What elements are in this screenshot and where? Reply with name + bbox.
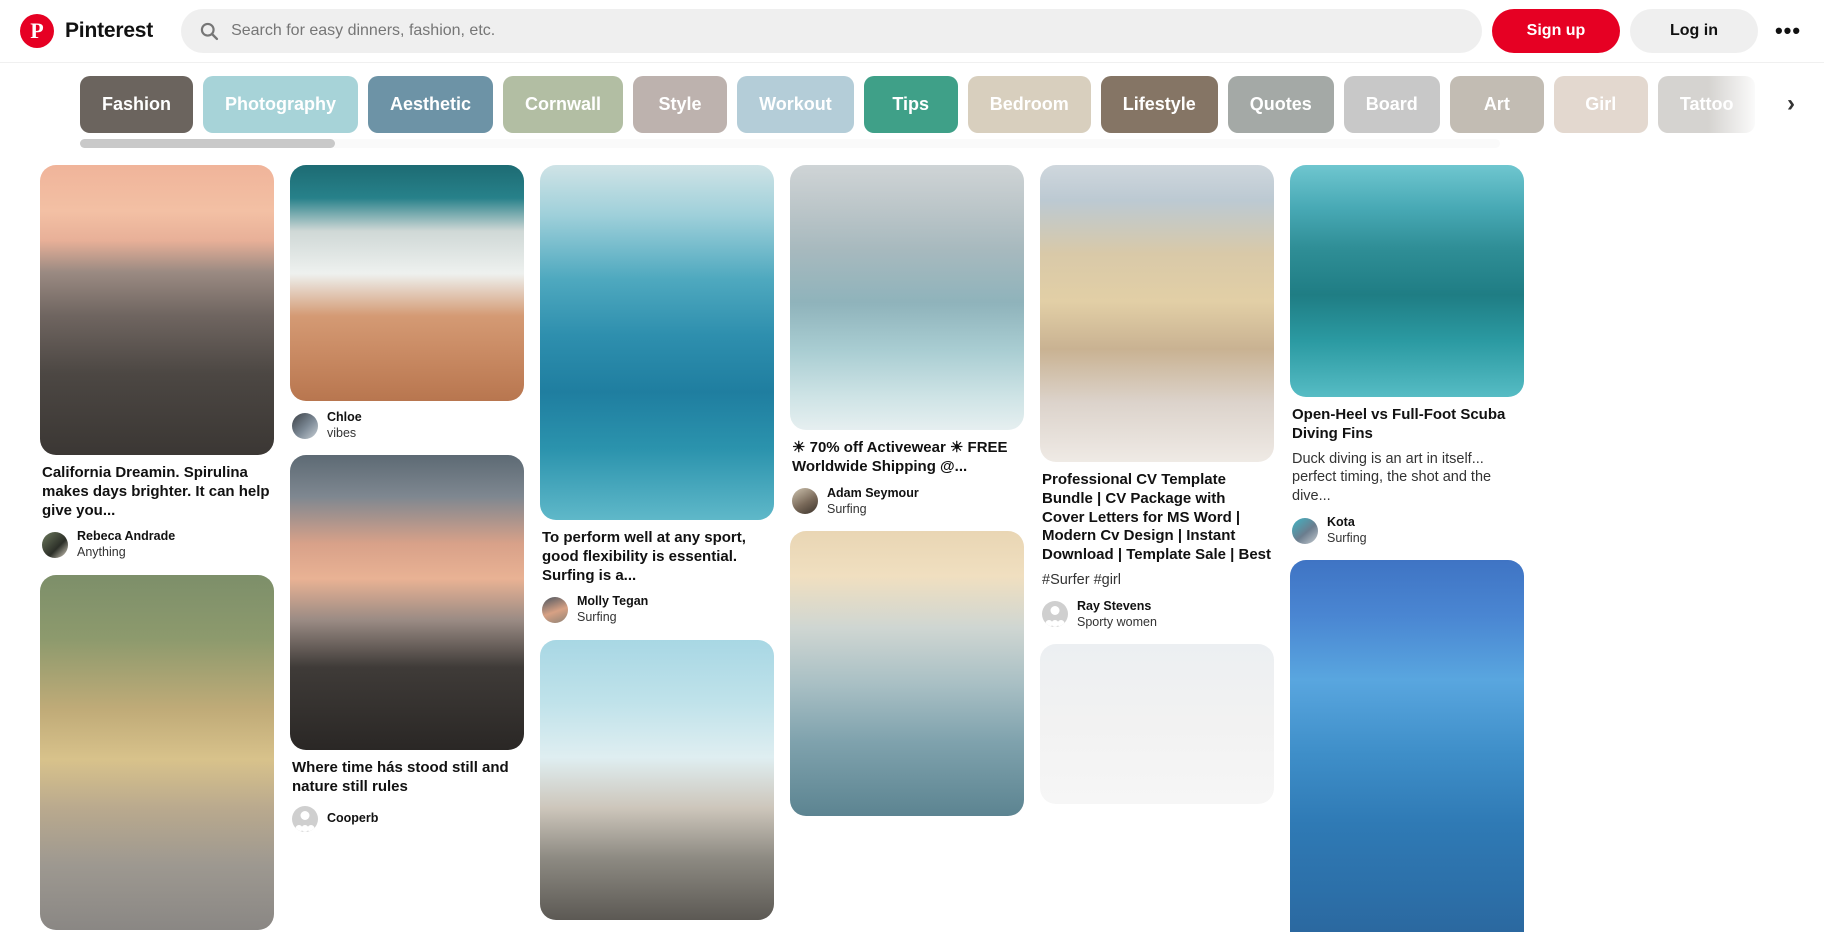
pin-title: To perform well at any sport, good flexi… [542,529,772,585]
pin-card[interactable]: California Dreamin. Spirulina makes days… [40,165,274,561]
category-chip-fashion[interactable]: Fashion [80,76,193,133]
pin-card[interactable] [1040,644,1274,804]
pin-author[interactable]: Ray StevensSporty women [1042,599,1272,630]
search-input[interactable] [231,22,1464,40]
pin-image-big-wave-barrel-surfer[interactable] [540,165,774,520]
avatar-molly-tegan[interactable] [542,597,568,623]
avatar-rebeca-andrade[interactable] [42,532,68,558]
brand-name: Pinterest [65,19,153,43]
pin-author[interactable]: KotaSurfing [1292,515,1522,546]
log-in-button[interactable]: Log in [1630,9,1758,53]
pin-image-surfboard-paddling-overhead[interactable] [290,165,524,401]
chips-scrollbar-track[interactable] [80,139,1500,148]
pin-board-name: Surfing [827,501,919,517]
pin-author-name: Rebeca Andrade [77,529,175,544]
pin-board-name: Anything [77,544,175,560]
pin-board-name: vibes [327,425,362,441]
category-chip-tattoo[interactable]: Tattoo [1658,76,1756,133]
pin-column-3: To perform well at any sport, good flexi… [540,165,774,920]
pin-card[interactable] [40,575,274,930]
category-chip-quotes[interactable]: Quotes [1228,76,1334,133]
pin-image-woman-lying-on-surfboard[interactable] [790,165,1024,430]
pin-author-name: Molly Tegan [577,594,648,609]
category-chip-cornwall[interactable]: Cornwall [503,76,623,133]
pin-board-name: Sporty women [1077,614,1157,630]
pin-card[interactable] [790,531,1024,816]
pin-author[interactable]: Chloevibes [292,410,522,441]
category-chip-style[interactable]: Style [633,76,727,133]
category-chip-art[interactable]: Art [1450,76,1544,133]
pin-card[interactable] [540,640,774,920]
pin-image-surfer-girl-blue-wave[interactable] [1290,560,1524,932]
pin-card[interactable]: ☀ 70% off Activewear ☀ FREE Worldwide Sh… [790,165,1024,517]
pin-author[interactable]: Cooperb [292,806,522,832]
pin-masonry-grid: California Dreamin. Spirulina makes days… [0,157,1824,932]
pin-author[interactable]: Adam SeymourSurfing [792,486,1022,517]
pin-image-surfer-sitting-beach-board[interactable] [540,640,774,920]
category-chips-row[interactable]: FashionPhotographyAestheticCornwallStyle… [0,76,1824,133]
category-chip-photography[interactable]: Photography [203,76,358,133]
search-icon [199,21,219,41]
category-chip-board[interactable]: Board [1344,76,1440,133]
top-header: P Pinterest Sign up Log in ••• [0,0,1824,62]
sign-up-button[interactable]: Sign up [1492,9,1620,53]
pin-column-2: Chloevibes Where time hás stood still and… [290,165,524,832]
pin-card[interactable] [1290,560,1524,932]
category-chip-aesthetic[interactable]: Aesthetic [368,76,493,133]
chips-scrollbar-thumb[interactable] [80,139,335,148]
search-bar[interactable] [181,9,1482,53]
more-options-button[interactable]: ••• [1768,11,1808,51]
category-chips-bar: FashionPhotographyAestheticCornwallStyle… [0,62,1824,157]
pin-board-name: Surfing [577,609,648,625]
pin-column-5: Professional CV Template Bundle | CV Pac… [1040,165,1274,804]
category-chip-tips[interactable]: Tips [864,76,958,133]
avatar-ray-stevens-generic[interactable] [1042,601,1068,627]
pin-image-duck-dive-underwater[interactable] [1290,165,1524,397]
pin-title: Where time hás stood still and nature st… [292,759,522,797]
category-chip-bedroom[interactable]: Bedroom [968,76,1091,133]
pin-column-1: California Dreamin. Spirulina makes days… [40,165,274,930]
chips-next-button[interactable]: › [1776,89,1806,119]
avatar-kota[interactable] [1292,518,1318,544]
avatar-chloe[interactable] [292,413,318,439]
pin-image-surfer-riding-small-wave-sunset[interactable] [790,531,1024,816]
pin-card[interactable]: Open-Heel vs Full-Foot Scuba Diving Fins… [1290,165,1524,546]
avatar-cooperb[interactable] [292,806,318,832]
pin-author[interactable]: Rebeca AndradeAnything [42,529,272,560]
pin-image-woman-carrying-surfboard-road[interactable] [40,575,274,930]
pin-card[interactable]: Where time hás stood still and nature st… [290,455,524,832]
category-chip-workout[interactable]: Workout [737,76,854,133]
pin-author-name: Adam Seymour [827,486,919,501]
pin-title: Open-Heel vs Full-Foot Scuba Diving Fins [1292,406,1522,444]
pin-column-6: Open-Heel vs Full-Foot Scuba Diving Fins… [1290,165,1524,932]
pin-title: ☀ 70% off Activewear ☀ FREE Worldwide Sh… [792,439,1022,477]
category-chip-girl[interactable]: Girl [1554,76,1648,133]
pin-image-surfers-sunset-silhouette[interactable] [290,455,524,750]
pin-author[interactable]: Molly TeganSurfing [542,594,772,625]
pin-image-surfboard-pier-sunset[interactable] [40,165,274,455]
pin-description: Duck diving is an art in itself... perfe… [1292,450,1522,507]
pin-card[interactable]: To perform well at any sport, good flexi… [540,165,774,626]
pin-board-name: Surfing [1327,530,1367,546]
pin-author-name: Cooperb [327,811,378,826]
pin-title: Professional CV Template Bundle | CV Pac… [1042,471,1272,565]
pin-image-pale-placeholder[interactable] [1040,644,1274,804]
pin-card[interactable]: Chloevibes [290,165,524,441]
pin-title: California Dreamin. Spirulina makes days… [42,464,272,520]
pinterest-home-link[interactable]: P Pinterest [16,14,153,48]
pin-author-name: Chloe [327,410,362,425]
pin-column-4: ☀ 70% off Activewear ☀ FREE Worldwide Sh… [790,165,1024,816]
pin-author-name: Ray Stevens [1077,599,1157,614]
category-chip-lifestyle[interactable]: Lifestyle [1101,76,1218,133]
pinterest-logo-icon: P [20,14,54,48]
pin-description: #Surfer #girl [1042,571,1272,590]
pin-author-name: Kota [1327,515,1367,530]
avatar-adam-seymour[interactable] [792,488,818,514]
pin-image-woman-with-surfboard-shoreline[interactable] [1040,165,1274,462]
pin-card[interactable]: Professional CV Template Bundle | CV Pac… [1040,165,1274,630]
